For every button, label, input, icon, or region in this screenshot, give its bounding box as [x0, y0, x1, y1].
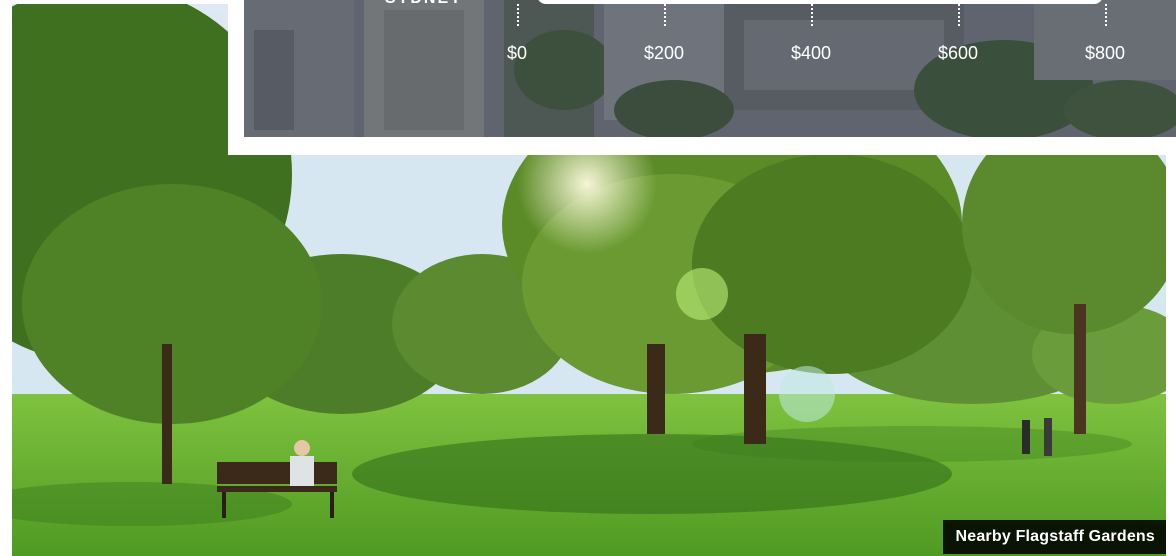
axis-tick-line: [958, 4, 960, 26]
aerial-city-photo: SYDNEY $0 $200 $400 $600 $800: [244, 0, 1176, 137]
axis-tick-label: $200: [643, 43, 685, 63]
axis-tick-label: $400: [790, 43, 832, 63]
axis-tick-line: [811, 4, 813, 26]
price-chart-card: SYDNEY $0 $200 $400 $600 $800: [228, 0, 1176, 155]
aerial-tint: [244, 0, 1176, 137]
axis-tick-line: [517, 4, 519, 26]
axis-tick-label: $0: [506, 43, 528, 63]
price-track-bar: [537, 0, 1103, 4]
axis-tick-line: [1105, 4, 1107, 26]
axis-tick-label: $600: [937, 43, 979, 63]
axis-tick-line: [664, 4, 666, 26]
photo-caption: Nearby Flagstaff Gardens: [943, 520, 1166, 554]
city-label: SYDNEY: [385, 0, 463, 8]
axis-tick-label: $800: [1084, 43, 1126, 63]
